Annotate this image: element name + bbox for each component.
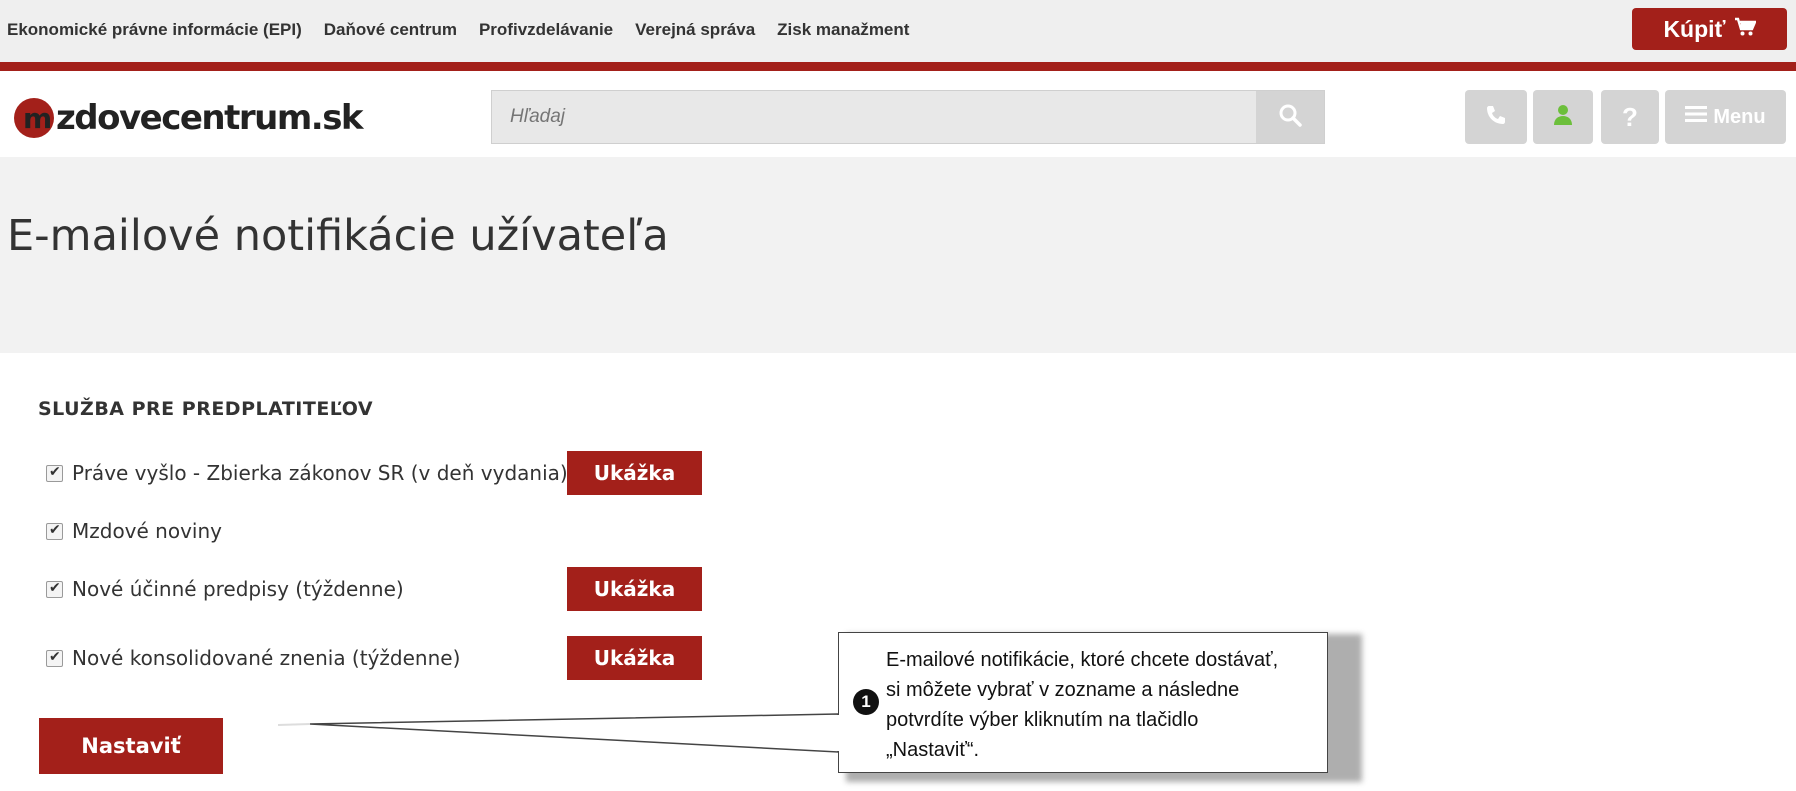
callout-text: E-mailové notifikácie, ktoré chcete dost… — [886, 649, 1279, 761]
step-number-badge: 1 — [853, 689, 879, 715]
callout-box: 1 E-mailové notifikácie, ktoré chcete do… — [838, 632, 1328, 773]
